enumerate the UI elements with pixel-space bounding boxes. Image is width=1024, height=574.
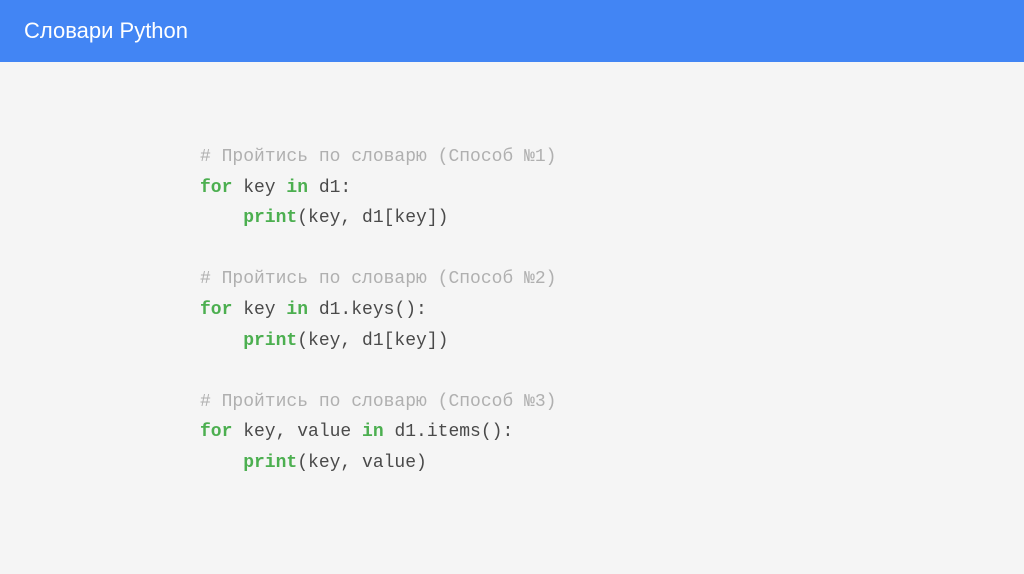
code-print-1: print(key, d1[key]) [200, 203, 1024, 234]
code-for-2: for key in d1.keys(): [200, 295, 1024, 326]
slide-content: # Пройтись по словарю (Способ №1) for ke… [0, 62, 1024, 479]
code-comment-1: # Пройтись по словарю (Способ №1) [200, 142, 1024, 173]
slide-title: Словари Python [24, 18, 188, 43]
code-print-3: print(key, value) [200, 448, 1024, 479]
code-comment-3: # Пройтись по словарю (Способ №3) [200, 387, 1024, 418]
slide-header: Словари Python [0, 0, 1024, 62]
code-for-3: for key, value in d1.items(): [200, 417, 1024, 448]
code-blank [200, 356, 1024, 387]
code-for-1: for key in d1: [200, 173, 1024, 204]
code-print-2: print(key, d1[key]) [200, 326, 1024, 357]
code-comment-2: # Пройтись по словарю (Способ №2) [200, 264, 1024, 295]
code-block: # Пройтись по словарю (Способ №1) for ke… [200, 142, 1024, 479]
code-blank [200, 234, 1024, 265]
